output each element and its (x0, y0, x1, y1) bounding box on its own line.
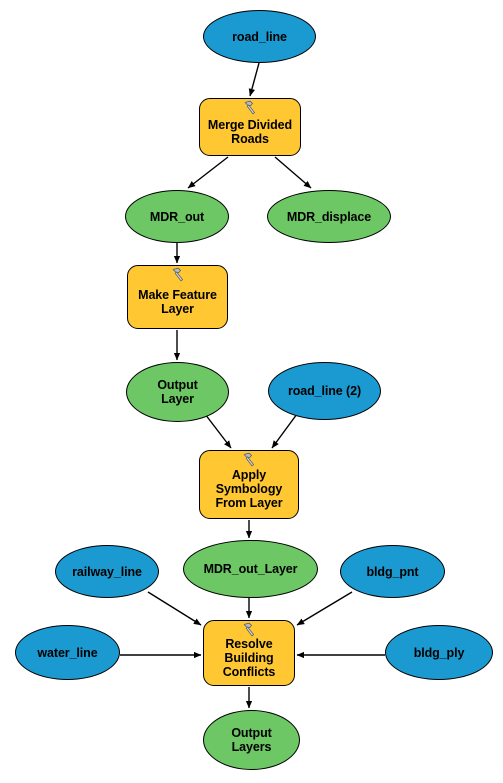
data-node-mdr_out[interactable]: MDR_out (125, 190, 229, 243)
tool-node-resolve_conflicts[interactable]: Resolve Building Conflicts (203, 620, 295, 686)
node-label: Output Layers (231, 726, 272, 754)
node-label: road_line (232, 29, 287, 44)
hammer-icon (240, 452, 258, 470)
tool-node-apply_symbology[interactable]: Apply Symbology From Layer (199, 450, 299, 519)
node-label: Apply Symbology From Layer (215, 468, 283, 510)
node-label: water_line (37, 645, 98, 660)
connector-merge_divided_roads-to-mdr_displace (274, 156, 312, 189)
data-node-bldg_ply[interactable]: bldg_ply (385, 625, 493, 680)
node-label: Make Feature Layer (138, 287, 217, 316)
node-label: Resolve Building Conflicts (222, 636, 276, 679)
connector-merge_divided_roads-to-mdr_out (187, 156, 229, 189)
data-node-road_line_2[interactable]: road_line (2) (268, 362, 381, 420)
node-label: MDR_displace (286, 209, 372, 224)
data-node-output_layers[interactable]: Output Layers (203, 710, 300, 770)
connector-output_layer-to-apply_symbology (204, 413, 232, 449)
node-label: Merge Divided Roads (207, 117, 293, 146)
data-node-mdr_out_layer[interactable]: MDR_out_Layer (183, 540, 318, 598)
data-node-road_line[interactable]: road_line (203, 10, 316, 63)
data-node-railway_line[interactable]: railway_line (55, 545, 159, 598)
node-label: bldg_pnt (366, 564, 419, 579)
node-label: railway_line (72, 564, 142, 579)
node-label: bldg_ply (413, 645, 465, 660)
node-label: Output Layer (157, 378, 198, 406)
data-node-water_line[interactable]: water_line (15, 625, 120, 680)
data-node-output_layer[interactable]: Output Layer (126, 362, 229, 422)
data-node-mdr_displace[interactable]: MDR_displace (267, 190, 391, 243)
node-label: road_line (2) (287, 384, 362, 398)
connector-railway_line-to-resolve_conflicts (147, 591, 202, 626)
data-node-bldg_pnt[interactable]: bldg_pnt (340, 545, 445, 598)
connector-road_line_2-to-apply_symbology (271, 413, 298, 449)
connector-bldg_pnt-to-resolve_conflicts (296, 591, 353, 626)
tool-node-make_feature_layer[interactable]: Make Feature Layer (127, 265, 228, 329)
hammer-icon (241, 100, 259, 118)
hammer-icon (240, 622, 258, 640)
node-label: MDR_out_Layer (203, 562, 298, 576)
connector-road_line-to-merge_divided_roads (248, 62, 260, 97)
hammer-icon (169, 267, 187, 285)
model-diagram-canvas: road_line Merge Divided Roads MDR_out MDR_d… (0, 0, 503, 783)
node-label: MDR_out (149, 209, 205, 224)
tool-node-merge_divided_roads[interactable]: Merge Divided Roads (199, 98, 301, 156)
